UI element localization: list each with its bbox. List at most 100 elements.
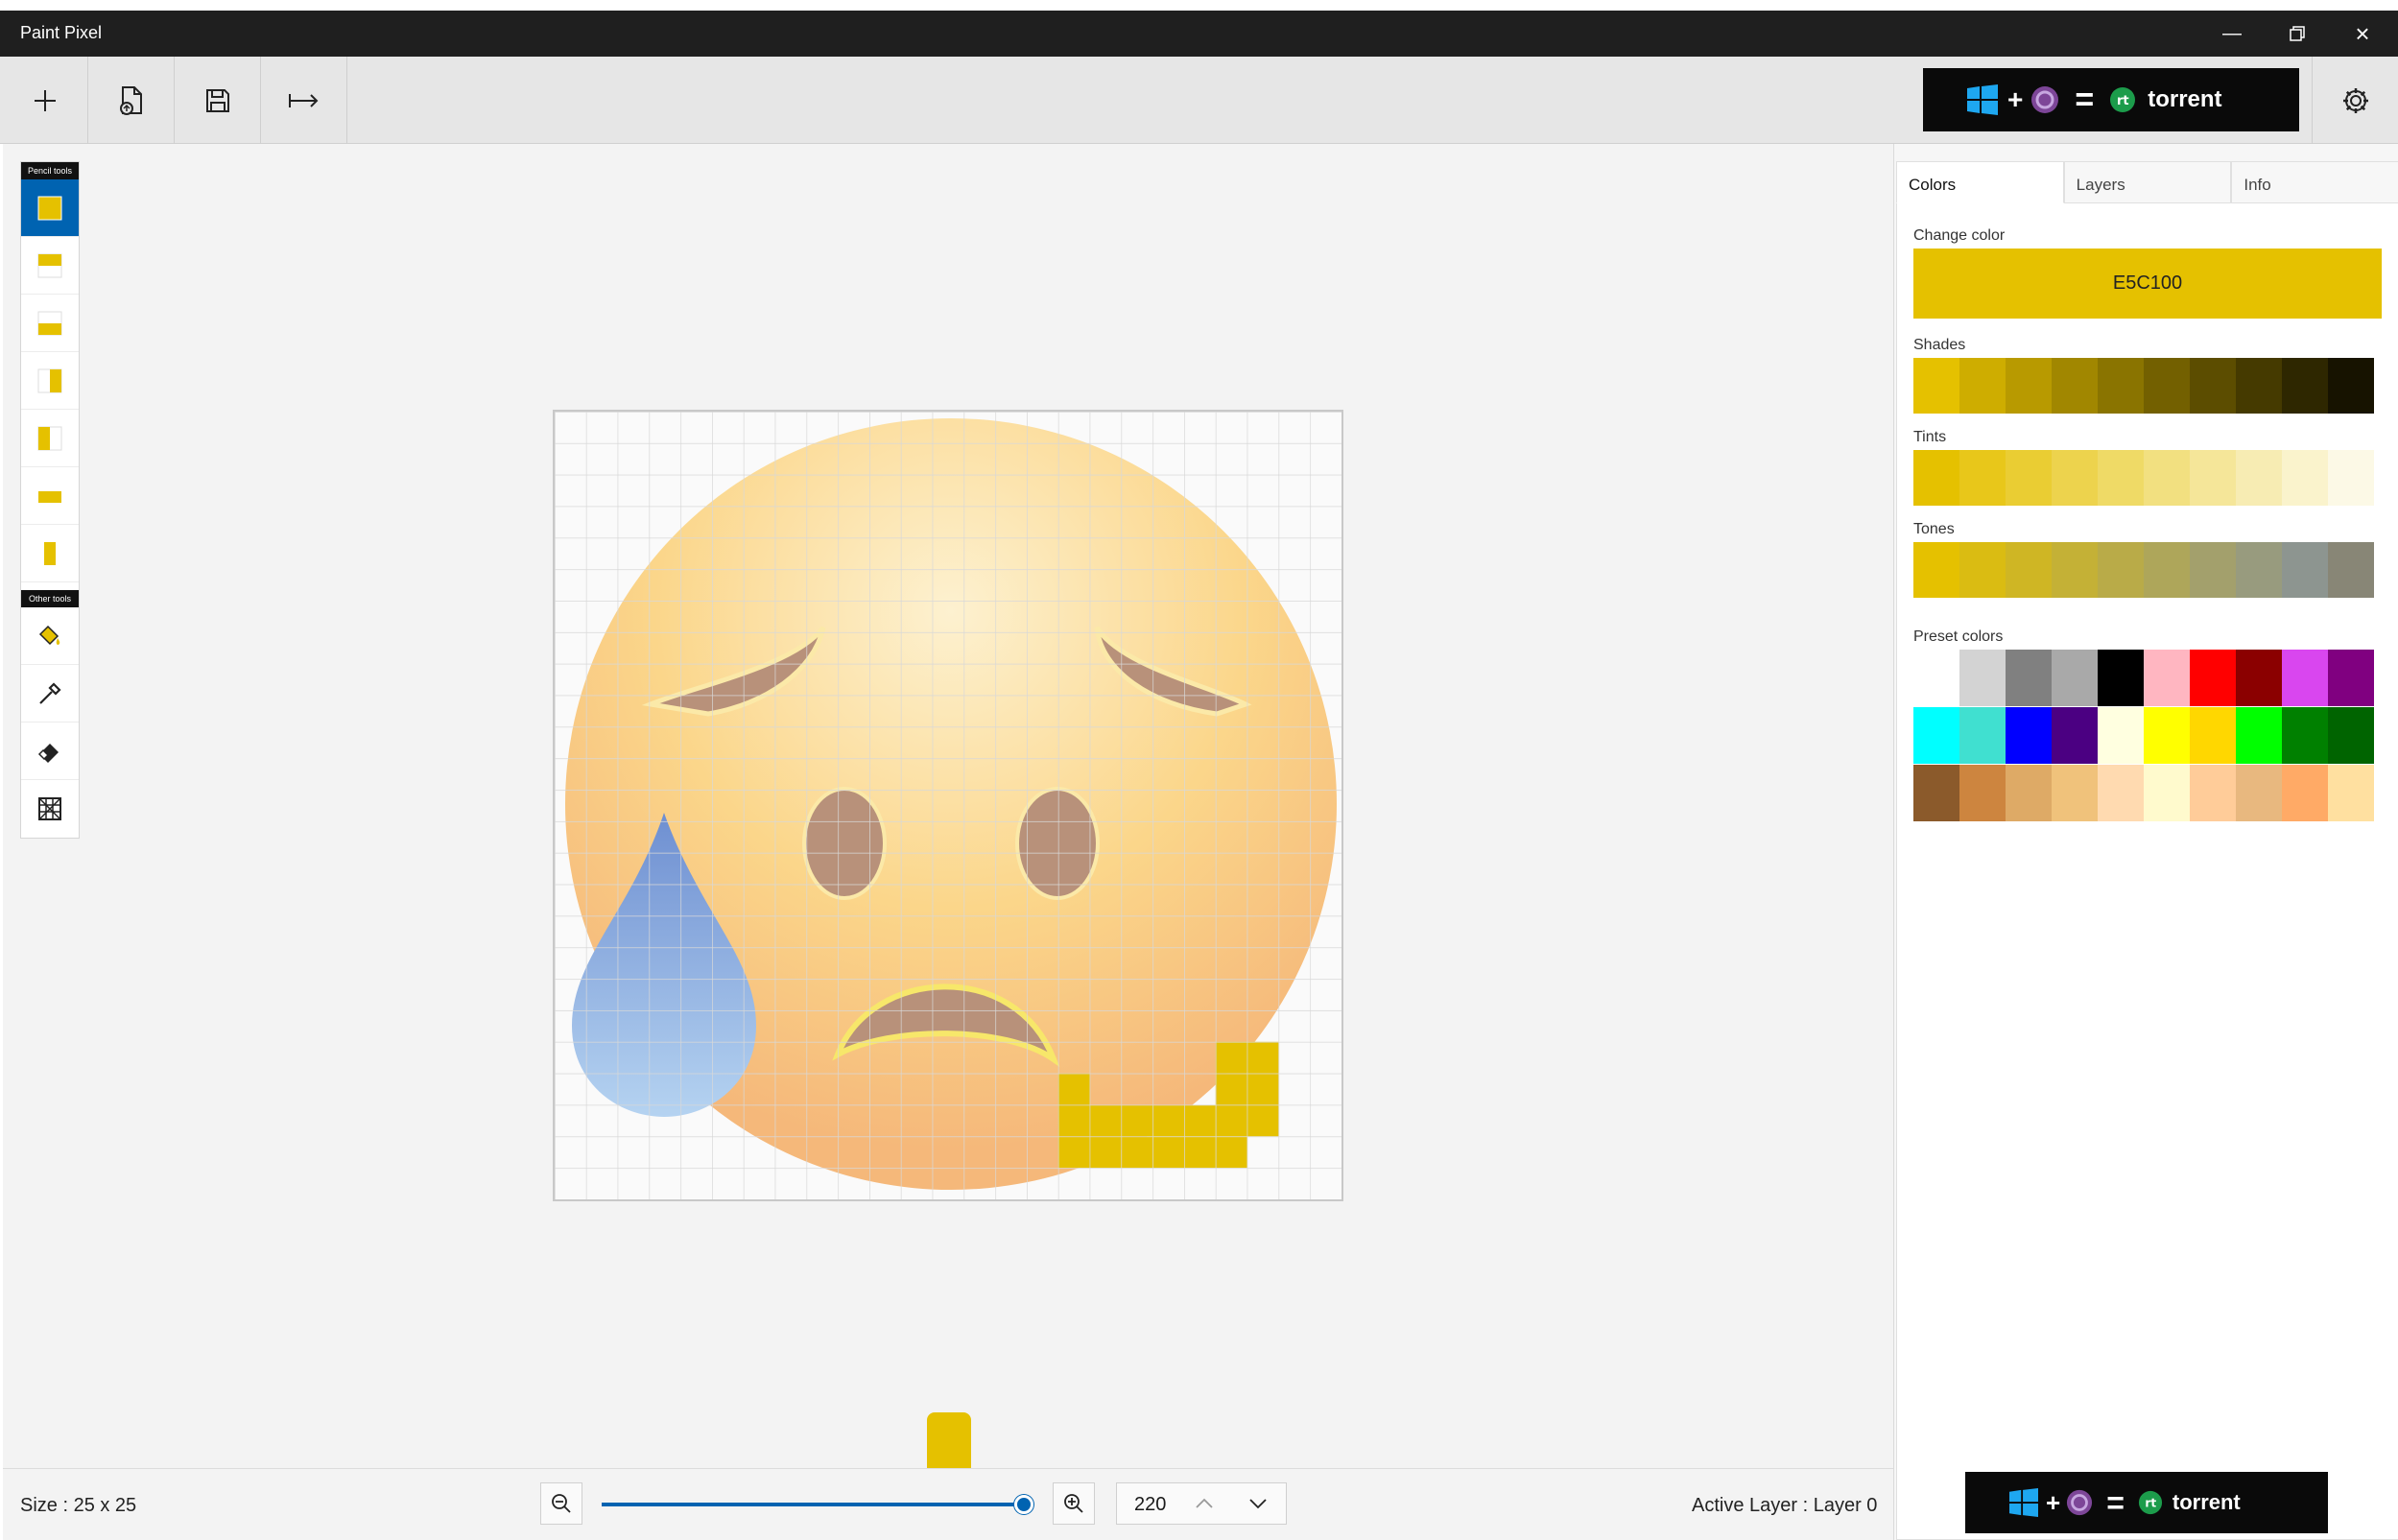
tone-swatch[interactable]: [2052, 542, 2098, 598]
minimize-button[interactable]: —: [2199, 11, 2265, 57]
shade-swatch[interactable]: [1959, 358, 2006, 414]
tone-swatch[interactable]: [2328, 542, 2374, 598]
shade-swatch[interactable]: [2144, 358, 2190, 414]
tone-swatch[interactable]: [1913, 542, 1959, 598]
pencil-right-tool[interactable]: [21, 352, 79, 410]
preset-color-swatch[interactable]: [2006, 707, 2052, 764]
tone-swatch[interactable]: [2190, 542, 2236, 598]
fill-tool[interactable]: [21, 607, 79, 665]
zoom-value-box[interactable]: 220: [1116, 1482, 1287, 1525]
status-bar: Size : 25 x 25 220 Active Layer : Layer …: [3, 1468, 1893, 1540]
close-button[interactable]: ×: [2330, 11, 2395, 57]
ad-banner-top[interactable]: + = rt torrent: [1923, 68, 2299, 131]
tint-swatch[interactable]: [2006, 450, 2052, 506]
tone-swatch[interactable]: [2144, 542, 2190, 598]
pencil-horizontal-tool[interactable]: [21, 467, 79, 525]
preset-color-swatch[interactable]: [2282, 707, 2328, 764]
ad-banner-bottom[interactable]: + = rt torrent: [1965, 1472, 2328, 1533]
shade-swatch[interactable]: [1913, 358, 1959, 414]
zoom-in-button[interactable]: [1053, 1482, 1095, 1525]
pencil-vertical-tool[interactable]: [21, 525, 79, 582]
shade-swatch[interactable]: [2052, 358, 2098, 414]
preset-color-swatch[interactable]: [2282, 765, 2328, 821]
tint-swatch[interactable]: [2190, 450, 2236, 506]
preset-color-swatch[interactable]: [2236, 650, 2282, 706]
preset-color-swatch[interactable]: [2190, 650, 2236, 706]
preset-color-swatch[interactable]: [2328, 765, 2374, 821]
tint-swatch[interactable]: [2236, 450, 2282, 506]
windows-logo-icon: [1967, 84, 1998, 115]
zoom-out-button[interactable]: [540, 1482, 582, 1525]
preset-color-swatch[interactable]: [2098, 765, 2144, 821]
preset-color-swatch[interactable]: [2052, 707, 2098, 764]
tint-swatch[interactable]: [2098, 450, 2144, 506]
tone-swatch[interactable]: [2098, 542, 2144, 598]
preset-color-swatch[interactable]: [2144, 707, 2190, 764]
pencil-top-tool[interactable]: [21, 237, 79, 295]
preset-color-swatch[interactable]: [1959, 765, 2006, 821]
chevron-down-icon[interactable]: [1247, 1495, 1269, 1512]
preset-color-swatch[interactable]: [2098, 707, 2144, 764]
preset-color-swatch[interactable]: [2328, 707, 2374, 764]
chevron-up-icon[interactable]: [1194, 1495, 1215, 1512]
pencil-full-tool[interactable]: [21, 179, 79, 237]
preset-color-swatch[interactable]: [2190, 765, 2236, 821]
preset-color-swatch[interactable]: [2236, 707, 2282, 764]
preset-color-swatch[interactable]: [1913, 650, 1959, 706]
tint-swatch[interactable]: [2144, 450, 2190, 506]
tab-info[interactable]: Info: [2231, 161, 2398, 203]
preset-color-swatch[interactable]: [1913, 707, 1959, 764]
shade-swatch[interactable]: [2236, 358, 2282, 414]
tone-swatch[interactable]: [2006, 542, 2052, 598]
preset-color-swatch[interactable]: [2282, 650, 2328, 706]
settings-button[interactable]: [2312, 57, 2398, 144]
restore-button[interactable]: [2265, 11, 2330, 57]
shade-swatch[interactable]: [2190, 358, 2236, 414]
tone-swatch[interactable]: [2282, 542, 2328, 598]
tint-swatch[interactable]: [2282, 450, 2328, 506]
pixel-canvas[interactable]: [553, 410, 1343, 1201]
shade-swatch[interactable]: [2282, 358, 2328, 414]
new-button[interactable]: [2, 57, 88, 144]
zoom-slider-thumb[interactable]: [1014, 1495, 1033, 1514]
save-button[interactable]: [175, 57, 261, 144]
export-button[interactable]: [261, 57, 347, 144]
preset-color-swatch[interactable]: [2052, 765, 2098, 821]
open-file-icon: [119, 85, 142, 115]
tab-colors[interactable]: Colors: [1896, 161, 2064, 203]
tab-layers[interactable]: Layers: [2063, 161, 2232, 203]
shade-swatch[interactable]: [2328, 358, 2374, 414]
tone-swatch[interactable]: [1959, 542, 2006, 598]
tint-swatch[interactable]: [1913, 450, 1959, 506]
preset-color-swatch[interactable]: [2006, 650, 2052, 706]
preset-color-swatch[interactable]: [1913, 765, 1959, 821]
open-button[interactable]: [88, 57, 175, 144]
preset-color-swatch[interactable]: [2190, 707, 2236, 764]
preset-color-swatch[interactable]: [2098, 650, 2144, 706]
shade-swatch[interactable]: [2006, 358, 2052, 414]
preset-color-swatch[interactable]: [2144, 765, 2190, 821]
grid-toggle-tool[interactable]: [21, 780, 79, 838]
layer-handle[interactable]: [927, 1412, 971, 1470]
tint-swatch[interactable]: [2052, 450, 2098, 506]
tint-swatch[interactable]: [1959, 450, 2006, 506]
pencil-bottom-tool[interactable]: [21, 295, 79, 352]
preset-color-swatch[interactable]: [2236, 765, 2282, 821]
preset-color-swatch[interactable]: [2328, 650, 2374, 706]
preset-color-swatch[interactable]: [2006, 765, 2052, 821]
eyedropper-tool[interactable]: [21, 665, 79, 723]
preset-color-swatch[interactable]: [2052, 650, 2098, 706]
zoom-slider[interactable]: [602, 1495, 1033, 1514]
ad-text: torrent: [2172, 1490, 2241, 1514]
shade-swatch[interactable]: [2098, 358, 2144, 414]
eraser-tool[interactable]: [21, 723, 79, 780]
preset-color-swatch[interactable]: [1959, 707, 2006, 764]
preset-color-swatch[interactable]: [1959, 650, 2006, 706]
tone-swatch[interactable]: [2236, 542, 2282, 598]
half-top-icon: [37, 253, 62, 277]
preset-color-swatch[interactable]: [2144, 650, 2190, 706]
pencil-left-tool[interactable]: [21, 410, 79, 467]
current-color-button[interactable]: E5C100: [1913, 249, 2382, 319]
grid-icon: [38, 797, 61, 820]
tint-swatch[interactable]: [2328, 450, 2374, 506]
